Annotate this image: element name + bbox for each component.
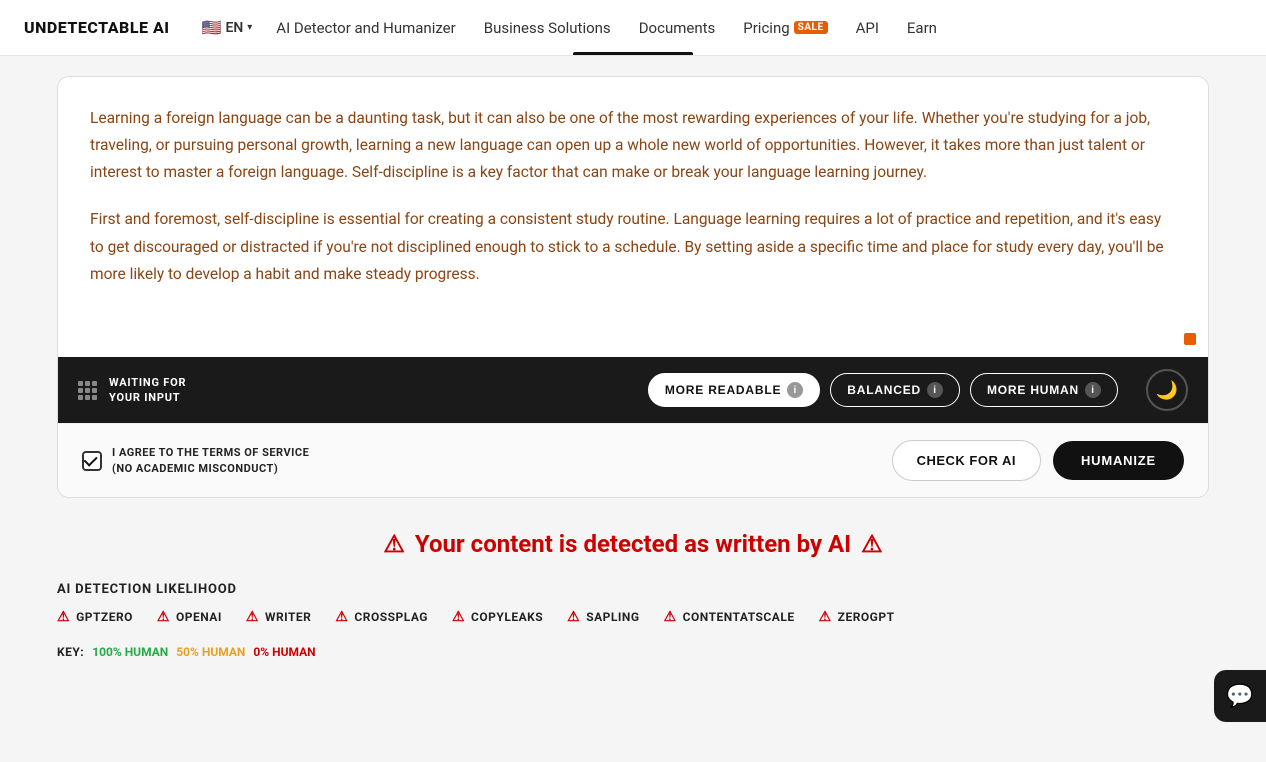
nav-link-earn[interactable]: Earn <box>907 19 937 37</box>
detector-sapling: ⚠ SAPLING <box>567 609 639 625</box>
flag-icon: 🇺🇸 <box>202 18 222 37</box>
editor-card: Learning a foreign language can be a dau… <box>57 76 1209 498</box>
alert-icon-writer: ⚠ <box>246 609 259 625</box>
nav-links: AI Detector and Humanizer Business Solut… <box>276 19 1242 37</box>
nav-link-api[interactable]: API <box>856 19 879 37</box>
detector-openai: ⚠ OPENAI <box>157 609 222 625</box>
chevron-down-icon: ▾ <box>247 22 252 33</box>
dark-mode-button[interactable]: 🌙 <box>1146 369 1188 411</box>
more-readable-info-icon: i <box>787 382 803 398</box>
detector-grid: ⚠ GPTZERO ⚠ OPENAI ⚠ WRITER ⚠ CROSSPLAG … <box>57 609 1209 625</box>
alert-icon-crossplag: ⚠ <box>335 609 348 625</box>
alert-icon-contentatscale: ⚠ <box>664 609 677 625</box>
warning-icon-left: ⚠ <box>383 530 405 558</box>
key-50-human: 50% HUMAN <box>176 645 245 659</box>
nav-underline <box>573 52 693 55</box>
main-content: Learning a foreign language can be a dau… <box>33 56 1233 679</box>
alert-icon-copyleaks: ⚠ <box>452 609 465 625</box>
detector-copyleaks: ⚠ COPYLEAKS <box>452 609 543 625</box>
mode-balanced-button[interactable]: BALANCED i <box>830 373 960 407</box>
key-section: KEY: 100% HUMAN 50% HUMAN 0% HUMAN <box>57 645 1209 659</box>
moon-icon: 🌙 <box>1156 380 1178 401</box>
toolbar-buttons: MORE READABLE i BALANCED i MORE HUMAN i <box>648 373 1118 407</box>
checkmark-icon <box>84 452 98 466</box>
detector-contentatscale: ⚠ CONTENTATSCALE <box>664 609 795 625</box>
likelihood-title: AI DETECTION LIKELIHOOD <box>57 582 1209 597</box>
nav-link-documents[interactable]: Documents <box>639 19 716 37</box>
sale-badge: SALE <box>794 21 828 34</box>
humanize-button[interactable]: HUMANIZE <box>1053 441 1184 480</box>
likelihood-section: AI DETECTION LIKELIHOOD ⚠ GPTZERO ⚠ OPEN… <box>57 582 1209 659</box>
nav-link-ai-detector[interactable]: AI Detector and Humanizer <box>276 19 455 37</box>
chat-widget[interactable]: 💬 <box>1214 670 1266 722</box>
mode-more-readable-button[interactable]: MORE READABLE i <box>648 373 820 407</box>
detector-gptzero: ⚠ GPTZERO <box>57 609 133 625</box>
alert-icon-openai: ⚠ <box>157 609 170 625</box>
detector-zerogpt: ⚠ ZEROGPT <box>819 609 895 625</box>
terms-area: I AGREE TO THE TERMS OF SERVICE (NO ACAD… <box>82 445 309 476</box>
footer-actions: CHECK FOR AI HUMANIZE <box>892 440 1184 481</box>
toolbar-left: WAITING FOR YOUR INPUT <box>78 375 186 406</box>
pricing-label: Pricing <box>743 19 789 37</box>
warning-icon-right: ⚠ <box>861 530 883 558</box>
waiting-status: WAITING FOR YOUR INPUT <box>109 375 186 406</box>
key-0-human: 0% HUMAN <box>253 645 315 659</box>
paragraph-2: First and foremost, self-discipline is e… <box>90 206 1176 287</box>
nav-logo[interactable]: UNDETECTABLE AI <box>24 18 170 37</box>
key-100-human: 100% HUMAN <box>92 645 168 659</box>
paragraph-1: Learning a foreign language can be a dau… <box>90 105 1176 186</box>
scroll-indicator <box>1184 333 1196 345</box>
key-label: KEY: <box>57 645 84 659</box>
language-label: EN <box>225 20 243 36</box>
editor-footer: I AGREE TO THE TERMS OF SERVICE (NO ACAD… <box>58 423 1208 497</box>
editor-toolbar: WAITING FOR YOUR INPUT MORE READABLE i B… <box>58 357 1208 423</box>
nav-link-pricing[interactable]: Pricing SALE <box>743 19 827 37</box>
chat-icon: 💬 <box>1226 684 1253 709</box>
editor-text: Learning a foreign language can be a dau… <box>90 105 1176 288</box>
editor-text-area[interactable]: Learning a foreign language can be a dau… <box>58 77 1208 357</box>
balanced-info-icon: i <box>927 382 943 398</box>
mode-more-human-button[interactable]: MORE HUMAN i <box>970 373 1118 407</box>
alert-icon-gptzero: ⚠ <box>57 609 70 625</box>
terms-checkbox[interactable] <box>82 451 102 471</box>
detector-writer: ⚠ WRITER <box>246 609 311 625</box>
navbar: UNDETECTABLE AI 🇺🇸 EN ▾ AI Detector and … <box>0 0 1266 56</box>
detector-crossplag: ⚠ CROSSPLAG <box>335 609 428 625</box>
nav-link-business[interactable]: Business Solutions <box>484 19 611 37</box>
detection-warning-text: ⚠ Your content is detected as written by… <box>57 530 1209 558</box>
alert-icon-sapling: ⚠ <box>567 609 580 625</box>
alert-icon-zerogpt: ⚠ <box>819 609 832 625</box>
check-for-ai-button[interactable]: CHECK FOR AI <box>892 440 1041 481</box>
terms-text: I AGREE TO THE TERMS OF SERVICE (NO ACAD… <box>112 445 309 476</box>
grid-icon <box>78 381 97 400</box>
detection-result: ⚠ Your content is detected as written by… <box>57 530 1209 558</box>
locale-selector[interactable]: 🇺🇸 EN ▾ <box>202 18 253 37</box>
more-human-info-icon: i <box>1085 382 1101 398</box>
